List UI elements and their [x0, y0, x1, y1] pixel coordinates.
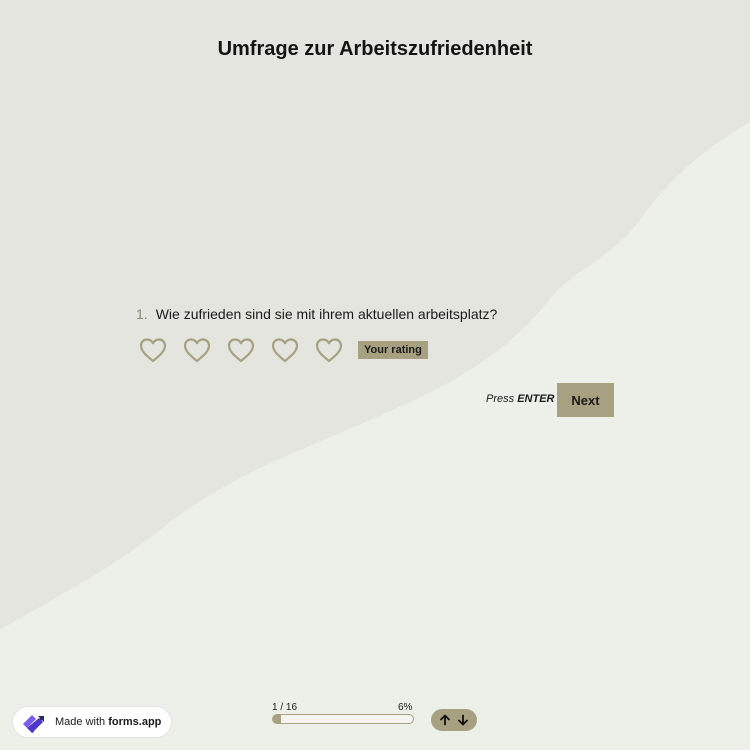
- question-text: Wie zufrieden sind sie mit ihrem aktuell…: [155, 306, 498, 322]
- progress-percent: 6%: [398, 702, 413, 713]
- press-prefix: Press: [486, 393, 515, 405]
- badge-text: Made with forms.app: [55, 716, 161, 728]
- made-with-badge[interactable]: Made with forms.app: [13, 707, 171, 737]
- nav-buttons: [431, 709, 477, 731]
- press-key: ENTER: [517, 393, 555, 405]
- page-title: Umfrage zur Arbeitszufriedenheit: [217, 38, 533, 60]
- question-label: 1. Wie zufrieden sind sie mit ihrem aktue…: [136, 306, 497, 322]
- rating-badge: Your rating: [358, 341, 428, 359]
- badge-brand: forms.app: [108, 716, 162, 728]
- heart-icon-3[interactable]: [226, 336, 256, 364]
- badge-prefix: Made with: [55, 716, 106, 728]
- arrow-down-icon[interactable]: [454, 711, 472, 729]
- heart-icon-2[interactable]: [182, 336, 212, 364]
- heart-icon-1[interactable]: [138, 336, 168, 364]
- heart-icon-4[interactable]: [270, 336, 300, 364]
- progress-counter: 1 / 16: [272, 702, 298, 713]
- press-enter-hint: Press ENTER: [486, 393, 554, 405]
- background-shape: [0, 0, 750, 750]
- progress-fill: [273, 715, 282, 723]
- forms-app-logo-icon: [23, 715, 44, 733]
- rating-group: Your rating: [138, 336, 428, 364]
- progress-bar: [272, 714, 414, 724]
- question-number: 1.: [136, 306, 148, 322]
- heart-icon-5[interactable]: [314, 336, 344, 364]
- next-button[interactable]: Next: [557, 383, 614, 417]
- arrow-up-icon[interactable]: [436, 711, 454, 729]
